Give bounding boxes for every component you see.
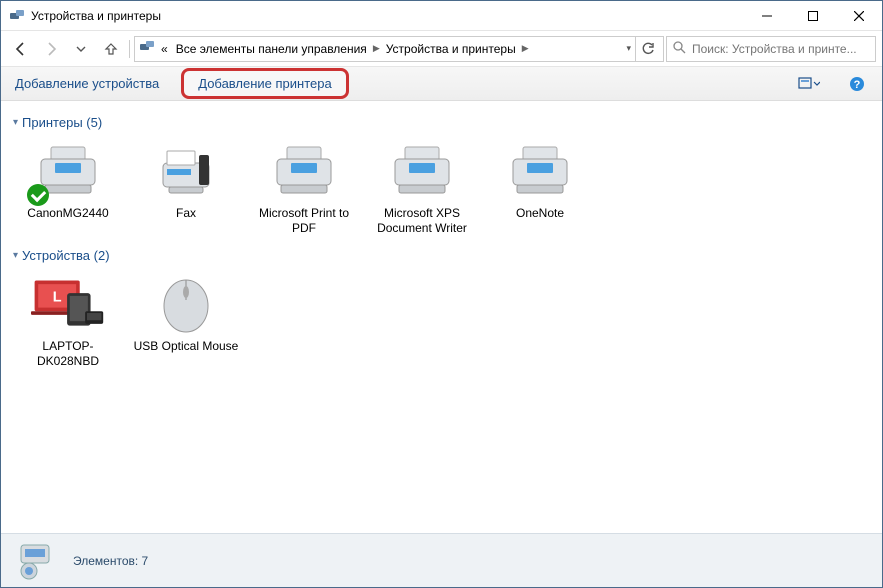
group-title: Устройства (2)	[22, 248, 110, 263]
chevron-right-icon[interactable]: ▶	[522, 43, 529, 54]
maximize-button[interactable]	[790, 1, 836, 31]
laptop-icon: L	[31, 273, 105, 335]
search-box[interactable]	[666, 36, 876, 62]
window-title: Устройства и принтеры	[31, 9, 161, 23]
svg-text:L: L	[53, 289, 62, 305]
help-button[interactable]: ?	[842, 72, 872, 96]
device-label: USB Optical Mouse	[134, 339, 239, 354]
printer-icon	[267, 140, 341, 202]
device-label: OneNote	[516, 206, 564, 221]
device-label: CanonMG2440	[27, 206, 108, 221]
svg-text:?: ?	[854, 79, 861, 91]
printers-group: CanonMG2440 Fax	[13, 134, 862, 242]
device-item[interactable]: CanonMG2440	[13, 134, 123, 242]
group-header-devices[interactable]: ▾ Устройства (2)	[13, 248, 862, 263]
status-bar: Элементов: 7	[1, 533, 882, 587]
add-device-command[interactable]: Добавление устройства	[11, 76, 163, 91]
search-icon	[673, 41, 686, 57]
device-label: Fax	[176, 206, 196, 221]
status-icon	[15, 541, 59, 581]
device-label: Microsoft Print to PDF	[251, 206, 357, 236]
titlebar: Устройства и принтеры	[1, 1, 882, 31]
group-title: Принтеры (5)	[22, 115, 102, 130]
close-button[interactable]	[836, 1, 882, 31]
view-options-button[interactable]	[794, 72, 824, 96]
back-button[interactable]	[7, 35, 35, 63]
printer-icon	[503, 140, 577, 202]
up-button[interactable]	[97, 35, 125, 63]
location-icon	[139, 39, 155, 58]
window-icon	[9, 8, 25, 24]
device-item[interactable]: Microsoft XPS Document Writer	[367, 134, 477, 242]
separator	[129, 40, 130, 58]
printer-icon	[31, 140, 105, 202]
chevron-down-icon[interactable]: ▾	[626, 43, 631, 54]
search-input[interactable]	[692, 42, 869, 56]
chevron-down-icon: ▾	[13, 117, 18, 128]
chevron-down-icon: ▾	[13, 250, 18, 261]
device-item[interactable]: USB Optical Mouse	[131, 267, 241, 375]
mouse-icon	[149, 273, 223, 335]
device-item[interactable]: OneNote	[485, 134, 595, 242]
device-label: LAPTOP-DK028NBD	[15, 339, 121, 369]
recent-locations-button[interactable]	[67, 35, 95, 63]
device-item[interactable]: L LAPTOP-DK028NBD	[13, 267, 123, 375]
address-bar[interactable]: « Все элементы панели управления ▶ Устро…	[134, 36, 664, 62]
device-item[interactable]: Microsoft Print to PDF	[249, 134, 359, 242]
fax-icon	[149, 140, 223, 202]
window: Устройства и принтеры «	[0, 0, 883, 588]
content-area: ▾ Принтеры (5) CanonMG2440	[1, 101, 882, 533]
printer-icon	[385, 140, 459, 202]
chevron-right-icon[interactable]: ▶	[373, 43, 380, 54]
device-item[interactable]: Fax	[131, 134, 241, 242]
breadcrumb-prefix: «	[159, 42, 170, 56]
add-printer-command[interactable]: Добавление принтера	[181, 68, 348, 99]
command-bar: Добавление устройства Добавление принтер…	[1, 67, 882, 101]
breadcrumb-item[interactable]: Все элементы панели управления	[174, 42, 369, 56]
group-header-printers[interactable]: ▾ Принтеры (5)	[13, 115, 862, 130]
status-text: Элементов: 7	[73, 554, 148, 568]
breadcrumb-item[interactable]: Устройства и принтеры	[384, 42, 518, 56]
navbar: « Все элементы панели управления ▶ Устро…	[1, 31, 882, 67]
forward-button[interactable]	[37, 35, 65, 63]
refresh-button[interactable]	[635, 37, 659, 61]
minimize-button[interactable]	[744, 1, 790, 31]
default-badge-icon	[27, 184, 49, 206]
device-label: Microsoft XPS Document Writer	[369, 206, 475, 236]
devices-group: L LAPTOP-DK028NBD	[13, 267, 862, 375]
